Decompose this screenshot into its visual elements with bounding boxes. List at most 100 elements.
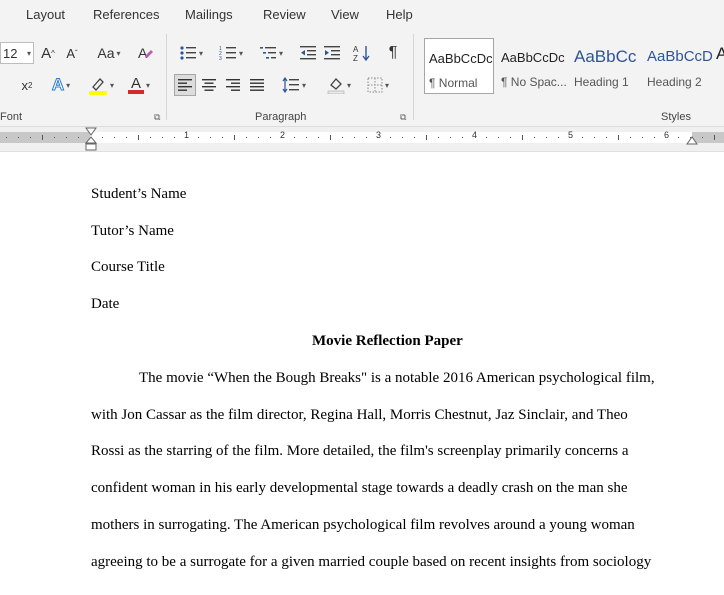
ruler-tick xyxy=(366,137,367,138)
ruler-tick xyxy=(462,137,463,138)
grow-font-label: A xyxy=(41,44,52,62)
tab-view[interactable]: View xyxy=(331,7,359,22)
ruler-tick xyxy=(6,137,7,138)
ruler-tick xyxy=(138,135,139,140)
paragraph-group-label: Paragraph xyxy=(255,111,307,123)
ruler-tick xyxy=(246,137,247,138)
chevron-down-icon: ▾ xyxy=(66,80,71,90)
ruler-tick xyxy=(66,137,67,138)
chevron-down-icon: ▾ xyxy=(198,48,203,58)
shrink-font-button[interactable]: Aˇ xyxy=(62,42,82,64)
borders-button[interactable]: ▾ xyxy=(361,74,395,96)
ruler-tick xyxy=(510,137,511,138)
increase-indent-button[interactable] xyxy=(321,42,343,64)
ruler-tick xyxy=(714,135,715,140)
course-title-line: Course Title xyxy=(91,259,165,275)
ruler-tick xyxy=(18,137,19,138)
align-right-button[interactable] xyxy=(222,74,244,96)
font-size-select[interactable]: 12 ▾ xyxy=(0,42,34,64)
styles-group-label: Styles xyxy=(661,111,691,123)
align-center-icon xyxy=(202,79,216,91)
style-no-spacing[interactable]: AaBbCcDc ¶ No Spac... xyxy=(497,38,567,94)
right-indent-marker[interactable] xyxy=(686,135,698,145)
chevron-down-icon: ▾ xyxy=(26,48,31,58)
horizontal-ruler[interactable]: 1 2 3 4 5 6 xyxy=(0,127,724,152)
subscript-button[interactable] xyxy=(0,74,10,96)
superscript-button[interactable]: x2 xyxy=(18,74,36,96)
tab-layout[interactable]: Layout xyxy=(26,7,65,22)
style-heading-2[interactable]: AaBbCcD Heading 2 xyxy=(643,38,713,94)
decrease-indent-button[interactable] xyxy=(297,42,319,64)
font-color-button[interactable]: A ▾ xyxy=(122,74,156,96)
text-effects-icon: A xyxy=(51,75,65,95)
ruler-tick xyxy=(618,135,619,140)
tab-mailings[interactable]: Mailings xyxy=(185,7,233,22)
ruler-tick xyxy=(558,137,559,138)
chevron-down-icon: ▾ xyxy=(278,48,283,58)
style-sample: AaBbCcDc xyxy=(429,51,493,66)
paragraph-line: The movie “When the Bough Breaks" is a n… xyxy=(139,370,655,386)
ruler-number: 4 xyxy=(472,130,478,140)
svg-text:A: A xyxy=(353,45,359,54)
ruler-tick xyxy=(702,137,703,138)
paint-bucket-icon xyxy=(327,78,345,94)
ruler-tick xyxy=(486,137,487,138)
ruler-tick xyxy=(402,137,403,138)
tab-help[interactable]: Help xyxy=(386,7,413,22)
borders-icon xyxy=(367,77,383,93)
tab-references[interactable]: References xyxy=(93,7,159,22)
tutor-name-line: Tutor’s Name xyxy=(91,223,174,239)
document-page[interactable]: Student’s Name Tutor’s Name Course Title… xyxy=(0,152,724,595)
shading-button[interactable]: ▾ xyxy=(322,74,356,96)
chevron-down-icon: ▾ xyxy=(145,80,150,90)
ruler-tick xyxy=(426,135,427,140)
tab-review[interactable]: Review xyxy=(263,7,306,22)
ruler-tick xyxy=(126,137,127,138)
svg-text:Z: Z xyxy=(353,54,358,62)
ruler-tick xyxy=(678,137,679,138)
ruler-number: 5 xyxy=(568,130,574,140)
justify-button[interactable] xyxy=(246,74,268,96)
chevron-down-icon: ▾ xyxy=(301,80,306,90)
style-sample: AaBbCcDc xyxy=(501,50,565,65)
clear-formatting-button[interactable]: A xyxy=(134,42,156,64)
change-case-button[interactable]: Aa ▾ xyxy=(92,42,126,64)
bullets-button[interactable]: ▾ xyxy=(174,42,208,64)
ruler-tick xyxy=(594,137,595,138)
ruler-tick xyxy=(534,137,535,138)
ruler-tick xyxy=(162,137,163,138)
highlighter-icon xyxy=(88,78,107,95)
first-line-indent-marker[interactable] xyxy=(85,127,97,151)
ruler-tick xyxy=(390,137,391,138)
ruler-tick xyxy=(318,137,319,138)
ruler-tick xyxy=(330,135,331,140)
text-effects-button[interactable]: A ▾ xyxy=(46,74,76,96)
line-spacing-button[interactable]: ▾ xyxy=(277,74,311,96)
style-normal[interactable]: AaBbCcDc ¶ Normal xyxy=(424,38,494,94)
font-color-icon: A xyxy=(127,76,144,94)
ruler-number: 2 xyxy=(280,130,286,140)
multilevel-list-button[interactable]: ▾ xyxy=(254,42,288,64)
clear-formatting-icon: A xyxy=(138,45,153,61)
numbering-button[interactable]: 1 2 3 ▾ xyxy=(214,42,248,64)
style-gallery-next-partial[interactable]: A xyxy=(716,44,724,64)
group-separator xyxy=(166,34,167,120)
align-left-button[interactable] xyxy=(174,74,196,96)
align-left-icon xyxy=(178,79,192,91)
align-center-button[interactable] xyxy=(198,74,220,96)
show-formatting-button[interactable]: ¶ xyxy=(382,42,404,64)
grow-font-button[interactable]: A ^ xyxy=(38,42,58,64)
paragraph-line: mothers in surrogating. The American psy… xyxy=(91,517,635,533)
font-size-value: 12 xyxy=(3,45,18,61)
ruler-number: 1 xyxy=(184,130,190,140)
highlight-color-button[interactable]: ▾ xyxy=(84,74,118,96)
chevron-down-icon: ▾ xyxy=(116,48,121,58)
paragraph-dialog-launcher-icon[interactable]: ⧉ xyxy=(400,112,406,123)
sort-button[interactable]: AZ xyxy=(351,42,373,64)
style-heading-1[interactable]: AaBbCc Heading 1 xyxy=(570,38,640,94)
ribbon: 12 ▾ A ^ Aˇ Aa ▾ A x2 A ▾ ▾ A ▾ Font ⧉ ▾ 123… xyxy=(0,30,724,127)
font-dialog-launcher-icon[interactable]: ⧉ xyxy=(154,112,160,123)
ruler-ticks xyxy=(6,135,715,140)
ruler-tick xyxy=(78,137,79,138)
ruler-tick xyxy=(642,137,643,138)
